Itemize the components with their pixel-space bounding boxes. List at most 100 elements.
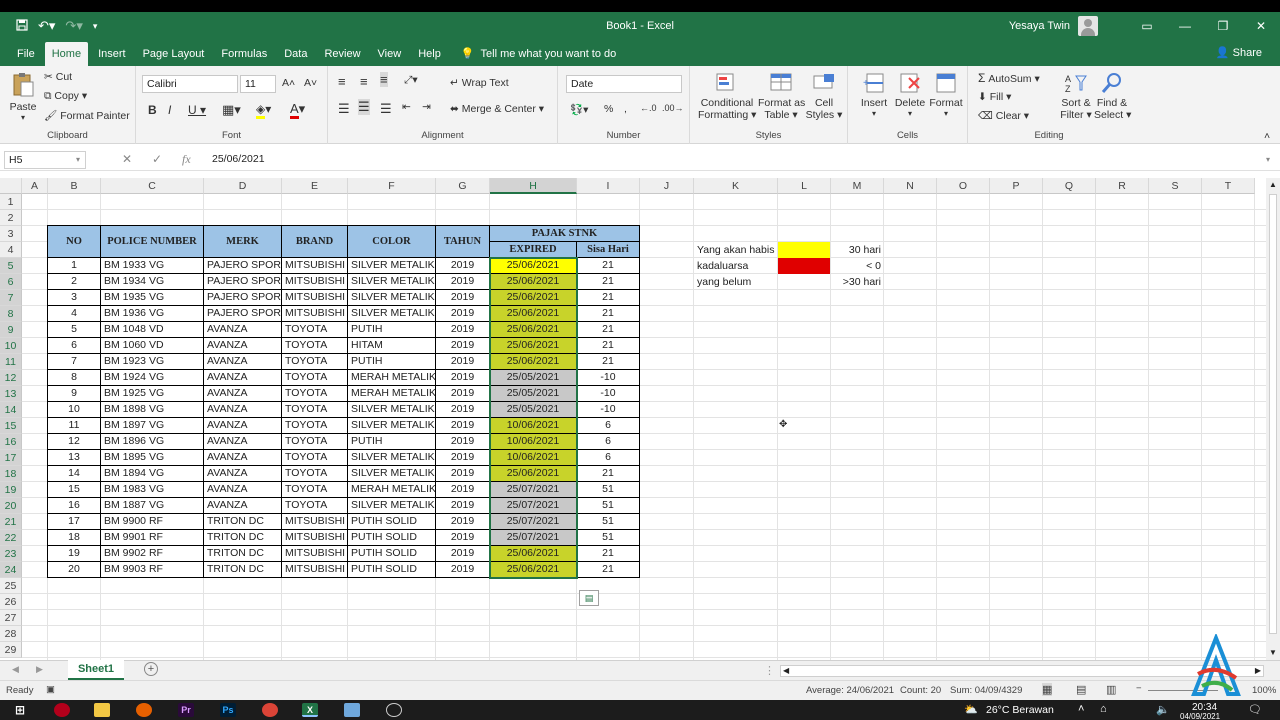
cell-expired[interactable]: 25/07/2021	[490, 514, 577, 530]
cell-sisa-hari[interactable]: 6	[577, 450, 640, 466]
red-app-icon[interactable]	[54, 703, 70, 717]
scroll-up-icon[interactable]: ▲	[1269, 180, 1277, 189]
share-button[interactable]: 👤 Share	[1216, 46, 1262, 59]
cell-color[interactable]: PUTIH	[348, 322, 436, 338]
cell-no[interactable]: 16	[48, 498, 101, 514]
row-header-9[interactable]: 9	[0, 322, 22, 338]
next-sheet-icon[interactable]: ▶	[36, 664, 43, 675]
vertical-scroll-thumb[interactable]	[1269, 194, 1277, 634]
column-header-f[interactable]: F	[348, 178, 436, 194]
merge-center-button[interactable]: ⬌ Merge & Center ▾	[450, 103, 544, 115]
cell-merk[interactable]: AVANZA	[204, 498, 282, 514]
row-header-23[interactable]: 23	[0, 546, 22, 562]
cell-merk[interactable]: PAJERO SPORT	[204, 290, 282, 306]
column-header-e[interactable]: E	[282, 178, 348, 194]
cell-sisa-hari[interactable]: 21	[577, 322, 640, 338]
photoshop-icon[interactable]: Ps	[220, 703, 236, 717]
cell-police-number[interactable]: BM 1894 VG	[101, 466, 204, 482]
collapse-ribbon-icon[interactable]: ˄	[1264, 130, 1270, 142]
cell-no[interactable]: 15	[48, 482, 101, 498]
scroll-left-icon[interactable]: ◀	[783, 666, 789, 675]
cell-color[interactable]: SILVER METALIK	[348, 290, 436, 306]
cell-color[interactable]: PUTIH SOLID	[348, 514, 436, 530]
macro-record-icon[interactable]: ▣	[46, 684, 55, 695]
clock-date[interactable]: 04/09/2021	[1180, 712, 1220, 720]
cell-brand[interactable]: TOYOTA	[282, 370, 348, 386]
column-header-h[interactable]: H	[490, 178, 577, 194]
cell-expired[interactable]: 25/06/2021	[490, 290, 577, 306]
clear-button[interactable]: ⌫ Clear ▾	[978, 110, 1029, 122]
cell-tahun[interactable]: 2019	[436, 290, 490, 306]
column-header-c[interactable]: C	[101, 178, 204, 194]
align-left-icon[interactable]: ☰	[338, 101, 350, 117]
cell-tahun[interactable]: 2019	[436, 338, 490, 354]
cell-merk[interactable]: AVANZA	[204, 354, 282, 370]
cell-brand[interactable]: TOYOTA	[282, 450, 348, 466]
cell-merk[interactable]: AVANZA	[204, 386, 282, 402]
column-header-s[interactable]: S	[1149, 178, 1202, 194]
cell-brand[interactable]: TOYOTA	[282, 418, 348, 434]
column-header-q[interactable]: Q	[1043, 178, 1096, 194]
header-tahun[interactable]: TAHUN	[436, 226, 490, 258]
cell-no[interactable]: 20	[48, 562, 101, 578]
cell-merk[interactable]: PAJERO SPORT	[204, 306, 282, 322]
cell-expired[interactable]: 25/05/2021	[490, 386, 577, 402]
cell-tahun[interactable]: 2019	[436, 546, 490, 562]
cell-sisa-hari[interactable]: 51	[577, 482, 640, 498]
cell-no[interactable]: 7	[48, 354, 101, 370]
comma-icon[interactable]: ,	[624, 103, 627, 115]
row-header-5[interactable]: 5	[0, 258, 22, 274]
percent-icon[interactable]: %	[604, 103, 613, 115]
cell-expired[interactable]: 25/06/2021	[490, 546, 577, 562]
cell-tahun[interactable]: 2019	[436, 466, 490, 482]
wrap-text-button[interactable]: ↵ Wrap Text	[450, 77, 509, 89]
cell-merk[interactable]: AVANZA	[204, 322, 282, 338]
tab-formulas[interactable]: Formulas	[214, 42, 274, 66]
volume-icon[interactable]: 🔈	[1156, 703, 1170, 716]
worksheet-grid[interactable]: A B C D E F G H I J K L M N O P Q R S T 1 2 3 4 5 6 7 8 9 10 11 12 13 14 1…	[0, 178, 1266, 660]
cell-police-number[interactable]: BM 1895 VG	[101, 450, 204, 466]
cell-sisa-hari[interactable]: 21	[577, 338, 640, 354]
cell-sisa-hari[interactable]: 21	[577, 466, 640, 482]
cell-tahun[interactable]: 2019	[436, 386, 490, 402]
cell-tahun[interactable]: 2019	[436, 258, 490, 274]
cell-brand[interactable]: TOYOTA	[282, 434, 348, 450]
cell-expired[interactable]: 25/06/2021	[490, 258, 577, 274]
cell-expired[interactable]: 25/06/2021	[490, 338, 577, 354]
cell-sisa-hari[interactable]: 6	[577, 434, 640, 450]
row-header-26[interactable]: 26	[0, 594, 22, 610]
scroll-down-icon[interactable]: ▼	[1269, 648, 1277, 657]
cell-brand[interactable]: MITSUBISHI	[282, 258, 348, 274]
cell-brand[interactable]: MITSUBISHI	[282, 514, 348, 530]
currency-icon[interactable]: 💱▾	[570, 103, 588, 116]
cell-police-number[interactable]: BM 1925 VG	[101, 386, 204, 402]
cell-no[interactable]: 14	[48, 466, 101, 482]
row-header-16[interactable]: 16	[0, 434, 22, 450]
delete-cells-button[interactable]: Delete ▾	[892, 72, 928, 118]
cell-brand[interactable]: TOYOTA	[282, 466, 348, 482]
header-sisa-hari[interactable]: Sisa Hari	[577, 242, 640, 258]
cell-tahun[interactable]: 2019	[436, 370, 490, 386]
sheet-tab-sheet1[interactable]: Sheet1	[68, 660, 124, 680]
header-brand[interactable]: BRAND	[282, 226, 348, 258]
save-icon[interactable]	[16, 18, 28, 34]
cell-sisa-hari[interactable]: -10	[577, 402, 640, 418]
cell-brand[interactable]: MITSUBISHI	[282, 290, 348, 306]
borders-icon[interactable]: ▦▾	[222, 102, 241, 118]
cell-tahun[interactable]: 2019	[436, 562, 490, 578]
cell-color[interactable]: SILVER METALIK	[348, 450, 436, 466]
cell-color[interactable]: PUTIH SOLID	[348, 562, 436, 578]
copy-button[interactable]: ⧉ Copy ▾	[44, 90, 87, 103]
cell-no[interactable]: 18	[48, 530, 101, 546]
user-name[interactable]: Yesaya Twin	[1009, 20, 1070, 32]
row-header-15[interactable]: 15	[0, 418, 22, 434]
cell-merk[interactable]: PAJERO SPORT	[204, 274, 282, 290]
cell-color[interactable]: MERAH METALIK	[348, 386, 436, 402]
column-header-p[interactable]: P	[990, 178, 1043, 194]
cell-no[interactable]: 17	[48, 514, 101, 530]
tray-chevron-icon[interactable]: ˄	[1078, 703, 1084, 715]
zoom-out-icon[interactable]: −	[1136, 683, 1142, 694]
underline-button[interactable]: U ▾	[188, 103, 206, 117]
cell-color[interactable]: SILVER METALIK	[348, 274, 436, 290]
cell-no[interactable]: 4	[48, 306, 101, 322]
